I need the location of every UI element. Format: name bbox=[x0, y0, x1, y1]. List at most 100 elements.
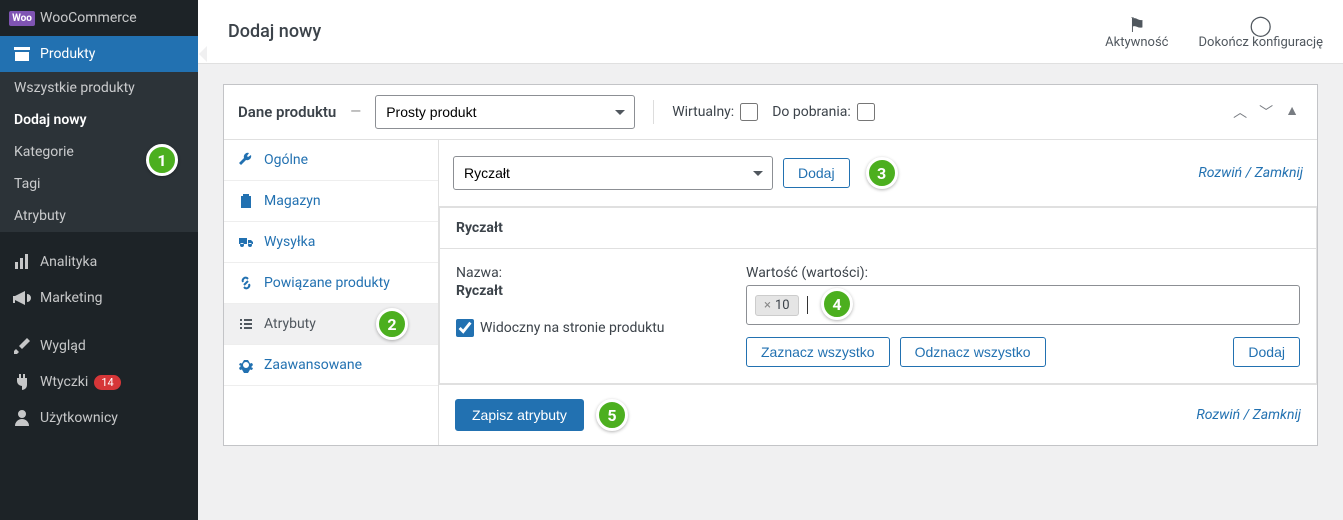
plug-icon bbox=[12, 372, 32, 392]
sidebar-item-woocommerce[interactable]: Woo WooCommerce bbox=[0, 0, 198, 36]
panel-collapse-controls: ︿ ﹀ ▲ bbox=[1229, 100, 1303, 124]
sidebar-label: Użytkownicy bbox=[40, 410, 118, 426]
divider bbox=[653, 100, 654, 124]
tab-inventory[interactable]: Magazyn bbox=[224, 181, 438, 222]
add-value-button[interactable]: Dodaj bbox=[1233, 337, 1300, 367]
chart-bar-icon bbox=[12, 252, 32, 272]
top-header: Dodaj nowy ⚑ Aktywność ◯ Dokończ konfigu… bbox=[198, 0, 1343, 64]
value-tag[interactable]: × 10 bbox=[755, 295, 799, 316]
virtual-label: Wirtualny: bbox=[672, 104, 734, 120]
archive-icon bbox=[12, 44, 32, 64]
expand-collapse-link-top[interactable]: Rozwiń / Zamknij bbox=[1198, 165, 1303, 181]
wrench-icon bbox=[238, 152, 254, 168]
content: Dane produktu — Prosty produkt Wirtualny… bbox=[198, 64, 1343, 466]
panel-down-icon[interactable]: ﹀ bbox=[1255, 100, 1277, 124]
sidebar-label: Analityka bbox=[40, 254, 97, 270]
annotation-badge-5: 5 bbox=[596, 399, 628, 431]
save-attributes-button[interactable]: Zapisz atrybuty bbox=[455, 399, 584, 431]
annotation-badge-3: 3 bbox=[866, 157, 898, 189]
tab-linked-products[interactable]: Powiązane produkty bbox=[224, 263, 438, 304]
sidebar-label: Wygląd bbox=[40, 338, 86, 354]
tab-shipping[interactable]: Wysyłka bbox=[224, 222, 438, 263]
values-label: Wartość (wartości): bbox=[746, 265, 1300, 281]
product-data-panel: Dane produktu — Prosty produkt Wirtualny… bbox=[223, 84, 1318, 446]
panel-up-icon[interactable]: ︿ bbox=[1229, 100, 1251, 124]
annotation-badge-1: 1 bbox=[146, 144, 178, 176]
downloadable-checkbox[interactable] bbox=[857, 103, 875, 121]
megaphone-icon bbox=[12, 288, 32, 308]
link-icon bbox=[238, 275, 254, 291]
activity-label: Aktywność bbox=[1105, 35, 1168, 50]
attribute-name-label: Nazwa: bbox=[456, 265, 716, 281]
circle-icon: ◯ bbox=[1250, 13, 1272, 35]
downloadable-label: Do pobrania: bbox=[772, 104, 851, 120]
truck-icon bbox=[238, 234, 254, 250]
add-attribute-button[interactable]: Dodaj bbox=[783, 158, 850, 188]
sidebar-label: Marketing bbox=[40, 290, 103, 306]
visible-label-text: Widoczny na stronie produktu bbox=[480, 320, 665, 336]
visible-on-page-checkbox[interactable] bbox=[456, 319, 474, 337]
page-title: Dodaj nowy bbox=[228, 21, 1105, 42]
tab-general[interactable]: Ogólne bbox=[224, 140, 438, 181]
sidebar-item-products[interactable]: Produkty bbox=[0, 36, 198, 72]
sidebar-sub-attributes[interactable]: Atrybuty bbox=[0, 200, 198, 232]
clipboard-icon bbox=[238, 193, 254, 209]
attributes-footer: Zapisz atrybuty 5 Rozwiń / Zamknij bbox=[439, 384, 1317, 445]
sidebar-item-marketing[interactable]: Marketing bbox=[0, 280, 198, 316]
attribute-select-wrap: Ryczałt bbox=[453, 156, 773, 190]
plugin-update-badge: 14 bbox=[94, 375, 120, 390]
text-cursor bbox=[807, 296, 808, 314]
user-icon bbox=[12, 408, 32, 428]
panel-body: Ogólne Magazyn Wysyłka Powiązane produkt… bbox=[224, 140, 1317, 445]
expand-collapse-link-bottom[interactable]: Rozwiń / Zamknij bbox=[1196, 407, 1301, 423]
dash: — bbox=[350, 104, 361, 120]
sidebar-label: Produkty bbox=[40, 46, 95, 62]
sidebar-item-plugins[interactable]: Wtyczki 14 bbox=[0, 364, 198, 400]
activity-button[interactable]: ⚑ Aktywność bbox=[1105, 13, 1168, 50]
panel-header: Dane produktu — Prosty produkt Wirtualny… bbox=[224, 85, 1317, 140]
product-type-select-wrap: Prosty produkt bbox=[375, 95, 635, 129]
product-data-tabs: Ogólne Magazyn Wysyłka Powiązane produkt… bbox=[224, 140, 439, 445]
panel-title: Dane produktu bbox=[238, 103, 336, 121]
panel-toggle-icon[interactable]: ▲ bbox=[1281, 100, 1303, 124]
brush-icon bbox=[12, 336, 32, 356]
product-type-select[interactable]: Prosty produkt bbox=[375, 95, 635, 129]
sidebar-item-users[interactable]: Użytkownicy bbox=[0, 400, 198, 436]
main-area: Dodaj nowy ⚑ Aktywność ◯ Dokończ konfigu… bbox=[198, 0, 1343, 520]
attribute-left-col: Nazwa: Ryczałt Widoczny na stronie produ… bbox=[456, 265, 716, 367]
virtual-checkbox-label[interactable]: Wirtualny: bbox=[672, 103, 758, 121]
attribute-name-value: Ryczałt bbox=[456, 283, 716, 299]
admin-sidebar: Woo WooCommerce Produkty Wszystkie produ… bbox=[0, 0, 198, 520]
deselect-all-button[interactable]: Odznacz wszystko bbox=[900, 337, 1046, 367]
sidebar-item-appearance[interactable]: Wygląd bbox=[0, 328, 198, 364]
sidebar-label: Wtyczki bbox=[40, 374, 88, 390]
flag-icon: ⚑ bbox=[1128, 13, 1146, 35]
tab-advanced[interactable]: Zaawansowane bbox=[224, 345, 438, 386]
annotation-badge-2: 2 bbox=[376, 308, 408, 340]
finish-label: Dokończ konfigurację bbox=[1199, 35, 1324, 50]
attributes-tab-content: Ryczałt Dodaj 3 Rozwiń / Zamknij Ryczałt… bbox=[439, 140, 1317, 445]
sidebar-sub-add-new[interactable]: Dodaj nowy bbox=[0, 104, 198, 136]
woocommerce-icon: Woo bbox=[12, 8, 32, 28]
virtual-checkbox[interactable] bbox=[740, 103, 758, 121]
attribute-box-title: Ryczałt bbox=[440, 208, 1316, 249]
gear-icon bbox=[238, 357, 254, 373]
attribute-box: Ryczałt Nazwa: Ryczałt Widoczny na stron… bbox=[439, 207, 1317, 384]
finish-setup-button[interactable]: ◯ Dokończ konfigurację bbox=[1199, 13, 1324, 50]
sidebar-label: WooCommerce bbox=[40, 10, 137, 26]
header-actions: ⚑ Aktywność ◯ Dokończ konfigurację bbox=[1105, 13, 1323, 50]
sidebar-item-analytics[interactable]: Analityka bbox=[0, 244, 198, 280]
visible-checkbox-label[interactable]: Widoczny na stronie produktu bbox=[456, 319, 716, 337]
remove-tag-icon[interactable]: × bbox=[764, 298, 771, 313]
attribute-select[interactable]: Ryczałt bbox=[453, 156, 773, 190]
downloadable-checkbox-label[interactable]: Do pobrania: bbox=[772, 103, 875, 121]
tag-text: 10 bbox=[775, 298, 790, 313]
value-actions: Zaznacz wszystko Odznacz wszystko Dodaj bbox=[746, 337, 1300, 367]
sidebar-sub-all-products[interactable]: Wszystkie produkty bbox=[0, 72, 198, 104]
tab-attributes[interactable]: Atrybuty 2 bbox=[224, 304, 438, 345]
list-icon bbox=[238, 316, 254, 332]
attribute-right-col: Wartość (wartości): × 10 4 bbox=[746, 265, 1300, 367]
select-all-button[interactable]: Zaznacz wszystko bbox=[746, 337, 890, 367]
annotation-badge-4: 4 bbox=[821, 288, 853, 320]
attribute-values-input[interactable]: × 10 4 bbox=[746, 285, 1300, 325]
